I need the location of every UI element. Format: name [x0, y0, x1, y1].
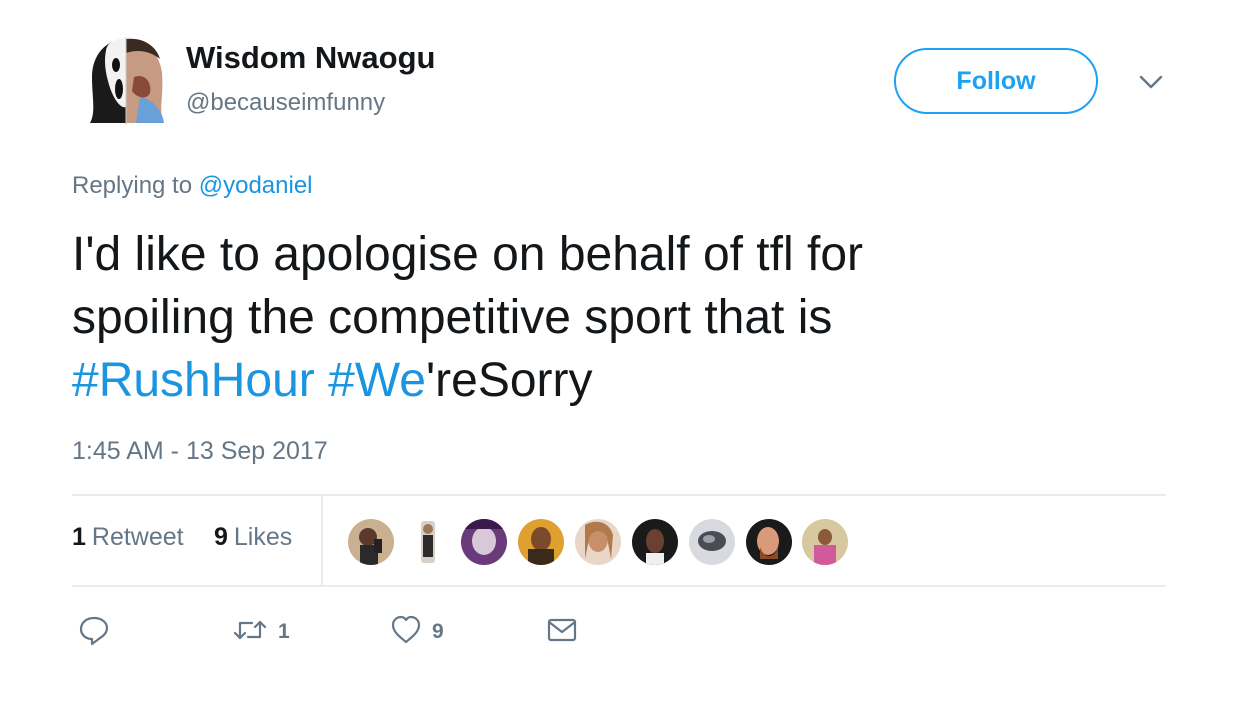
likes-label: Likes: [233, 523, 293, 551]
tweet-text-line: #RushHour #We'reSorry: [72, 349, 1182, 412]
likes-count: 9: [214, 523, 228, 551]
liker-avatar[interactable]: [459, 517, 509, 567]
retweets-label: Retweet: [91, 523, 184, 551]
liker-avatar[interactable]: [573, 517, 623, 567]
divider: [72, 585, 1166, 587]
likes-stat[interactable]: 9 Likes: [214, 523, 292, 552]
retweet-count: 1: [278, 620, 290, 643]
tweet-text-fragment: 'reSorry: [425, 354, 593, 407]
liker-avatar[interactable]: [630, 517, 680, 567]
retweets-stat[interactable]: 1 Retweet: [72, 523, 184, 552]
retweet-icon: [232, 614, 268, 651]
liker-avatar[interactable]: [516, 517, 566, 567]
tweet-text-line: I'd like to apologise on behalf of tfl f…: [72, 228, 863, 281]
reply-mention-link[interactable]: @yodaniel: [199, 172, 313, 199]
replying-to-label: Replying to: [72, 172, 199, 199]
reply-icon: [78, 614, 110, 651]
liker-avatar[interactable]: [687, 517, 737, 567]
liker-avatar[interactable]: [346, 517, 396, 567]
like-button[interactable]: 9: [390, 614, 444, 650]
reply-button[interactable]: [78, 614, 110, 650]
tweet-text-line: spoiling the competitive sport that is: [72, 291, 833, 344]
user-handle[interactable]: @becauseimfunny: [186, 89, 385, 117]
liker-avatar[interactable]: [800, 517, 850, 567]
liker-avatar[interactable]: [403, 517, 453, 567]
hashtag-link[interactable]: #We: [328, 354, 426, 407]
retweets-count: 1: [72, 523, 86, 551]
like-count: 9: [432, 620, 444, 643]
envelope-icon: [546, 614, 578, 651]
tweet-text: I'd like to apologise on behalf of tfl f…: [72, 223, 1182, 412]
display-name[interactable]: Wisdom Nwaogu: [186, 40, 435, 76]
divider: [321, 496, 323, 586]
liker-avatar[interactable]: [744, 517, 794, 567]
divider: [72, 494, 1166, 496]
replying-to: Replying to @yodaniel: [72, 172, 313, 200]
tweet-timestamp[interactable]: 1:45 AM - 13 Sep 2017: [72, 437, 328, 466]
avatar[interactable]: [86, 37, 166, 125]
hashtag-link[interactable]: #RushHour: [72, 354, 315, 407]
direct-message-button[interactable]: [546, 614, 578, 650]
follow-button[interactable]: Follow: [894, 48, 1098, 114]
heart-icon: [390, 614, 422, 651]
retweet-button[interactable]: 1: [232, 614, 290, 650]
chevron-down-icon[interactable]: [1138, 72, 1164, 92]
